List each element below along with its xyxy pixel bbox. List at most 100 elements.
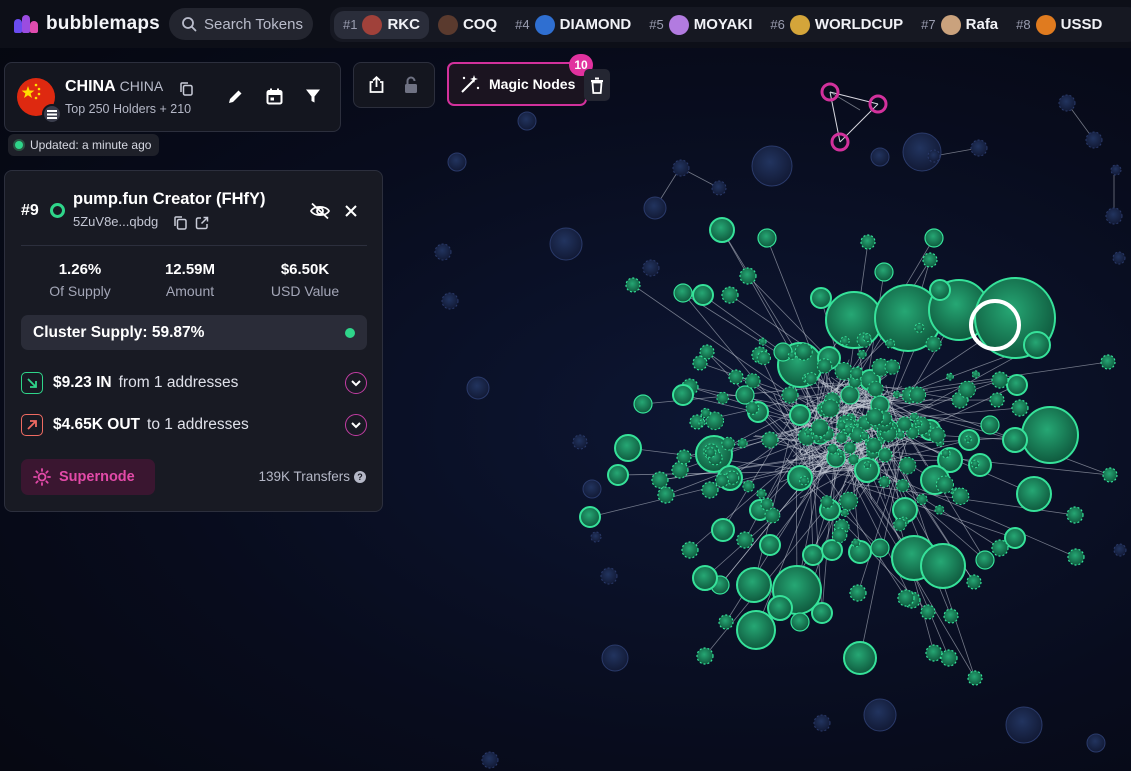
supernode-button[interactable]: Supernode — [21, 459, 155, 495]
cluster-holder-bubble[interactable] — [676, 449, 692, 465]
cluster-holder-bubble[interactable] — [681, 541, 699, 559]
cluster-holder-bubble[interactable] — [914, 322, 925, 333]
cluster-holder-bubble[interactable] — [804, 428, 812, 437]
cluster-holder-bubble[interactable] — [843, 641, 877, 675]
cluster-holder-bubble[interactable] — [820, 495, 834, 509]
cluster-holder-bubble[interactable] — [859, 431, 870, 441]
cluster-holder-bubble[interactable] — [916, 493, 928, 505]
cluster-holder-bubble[interactable] — [825, 291, 883, 349]
cluster-holder-bubble[interactable] — [811, 602, 833, 624]
cluster-holder-bubble[interactable] — [1006, 374, 1028, 396]
holder-bubble[interactable] — [466, 376, 490, 400]
cluster-holder-bubble[interactable] — [920, 604, 936, 620]
cluster-holder-bubble[interactable] — [756, 350, 771, 366]
holder-bubble[interactable] — [549, 227, 583, 261]
cluster-holder-bubble[interactable] — [721, 436, 736, 451]
cluster-holder-bubble[interactable] — [607, 464, 629, 486]
cluster-holder-bubble[interactable] — [736, 567, 772, 603]
cluster-holder-bubble[interactable] — [1066, 506, 1084, 524]
cluster-holder-bubble[interactable] — [804, 372, 818, 386]
calendar-icon[interactable] — [261, 83, 287, 109]
cluster-holder-bubble[interactable] — [834, 361, 853, 381]
outflow-row[interactable]: $4.65K OUT to 1 addresses — [21, 412, 367, 438]
cluster-holder-bubble[interactable] — [760, 497, 774, 511]
cluster-holder-bubble[interactable] — [736, 610, 776, 650]
close-icon[interactable] — [342, 202, 360, 220]
cluster-holder-bubble[interactable] — [971, 370, 980, 379]
holder-bubble[interactable] — [572, 434, 588, 450]
cluster-holder-bubble[interactable] — [721, 286, 739, 304]
cluster-holder-bubble[interactable] — [908, 386, 927, 404]
cluster-holder-bubble[interactable] — [892, 390, 901, 399]
cluster-holder-bubble[interactable] — [840, 336, 850, 346]
cluster-holder-bubble[interactable] — [895, 478, 910, 493]
cluster-holder-bubble[interactable] — [896, 430, 905, 440]
cluster-holder-bubble[interactable] — [945, 372, 954, 381]
holder-bubble[interactable] — [711, 180, 727, 196]
cluster-holder-bubble[interactable] — [739, 267, 757, 285]
cluster-holder-bubble[interactable] — [716, 391, 729, 405]
cluster-holder-bubble[interactable] — [967, 670, 983, 686]
holder-bubble[interactable] — [751, 145, 793, 187]
cluster-holder-bubble[interactable] — [698, 419, 706, 427]
edit-icon[interactable] — [222, 83, 248, 109]
holder-bubble[interactable] — [590, 531, 602, 543]
holder-bubble[interactable] — [672, 159, 690, 177]
cluster-holder-bubble[interactable] — [885, 338, 896, 349]
cluster-holder-bubble[interactable] — [850, 366, 864, 380]
cluster-holder-bubble[interactable] — [925, 644, 943, 662]
holder-bubble[interactable] — [447, 152, 467, 172]
trending-token-moyaki[interactable]: #5 MOYAKI — [640, 11, 761, 39]
trending-token-ussd[interactable]: #8 USSD — [1007, 11, 1111, 39]
holder-bubble[interactable] — [927, 149, 941, 163]
trending-token-worldcup[interactable]: #6 WORLDCUP — [761, 11, 912, 39]
cluster-holder-bubble[interactable] — [761, 431, 779, 449]
cluster-holder-bubble[interactable] — [787, 465, 813, 491]
cluster-holder-bubble[interactable] — [896, 416, 913, 433]
cluster-holder-bubble[interactable] — [1004, 527, 1026, 549]
cluster-holder-bubble[interactable] — [964, 435, 972, 443]
holder-bubble[interactable] — [1112, 251, 1126, 265]
holder-bubble[interactable] — [1110, 164, 1122, 176]
cluster-holder-bubble[interactable] — [657, 486, 675, 504]
holder-bubble[interactable] — [1086, 733, 1106, 753]
cluster-holder-bubble[interactable] — [847, 453, 860, 466]
logo[interactable]: bubblemaps — [14, 13, 164, 35]
trash-icon[interactable] — [584, 69, 610, 101]
cluster-holder-bubble[interactable] — [840, 508, 849, 517]
cluster-holder-bubble[interactable] — [1023, 331, 1051, 359]
cluster-holder-bubble[interactable] — [758, 337, 767, 346]
holder-bubble[interactable] — [517, 111, 537, 131]
cluster-holder-bubble[interactable] — [867, 380, 884, 398]
cluster-holder-bubble[interactable] — [925, 335, 942, 352]
holder-bubble[interactable] — [434, 243, 452, 261]
cluster-holder-bubble[interactable] — [915, 419, 923, 428]
cluster-holder-bubble[interactable] — [672, 384, 694, 406]
cluster-holder-bubble[interactable] — [614, 434, 642, 462]
cluster-holder-bubble[interactable] — [1102, 467, 1118, 483]
cluster-holder-bubble[interactable] — [790, 612, 810, 632]
holder-bubble[interactable] — [600, 567, 618, 585]
cluster-holder-bubble[interactable] — [692, 284, 714, 306]
cluster-holder-bubble[interactable] — [920, 543, 966, 589]
holder-bubble[interactable] — [863, 698, 897, 732]
cluster-holder-bubble[interactable] — [709, 217, 735, 243]
cluster-holder-bubble[interactable] — [935, 475, 954, 494]
holder-bubble[interactable] — [870, 147, 890, 167]
cluster-holder-bubble[interactable] — [839, 491, 859, 511]
cluster-holder-bubble[interactable] — [692, 565, 718, 591]
cluster-holder-bubble[interactable] — [862, 333, 872, 343]
holder-bubble[interactable] — [601, 644, 629, 672]
cluster-holder-bubble[interactable] — [874, 262, 894, 282]
holder-bubble[interactable] — [582, 479, 602, 499]
cluster-holder-bubble[interactable] — [810, 418, 830, 437]
cluster-holder-bubble[interactable] — [816, 358, 833, 374]
holder-bubble[interactable] — [1113, 543, 1127, 557]
cluster-holder-bubble[interactable] — [736, 531, 754, 549]
cluster-holder-bubble[interactable] — [1011, 399, 1029, 417]
cluster-holder-bubble[interactable] — [1016, 476, 1052, 512]
trending-token-rafa[interactable]: #7 Rafa — [912, 11, 1007, 39]
cluster-holder-bubble[interactable] — [794, 342, 813, 361]
cluster-holder-bubble[interactable] — [633, 394, 653, 414]
cluster-holder-bubble[interactable] — [701, 481, 719, 499]
